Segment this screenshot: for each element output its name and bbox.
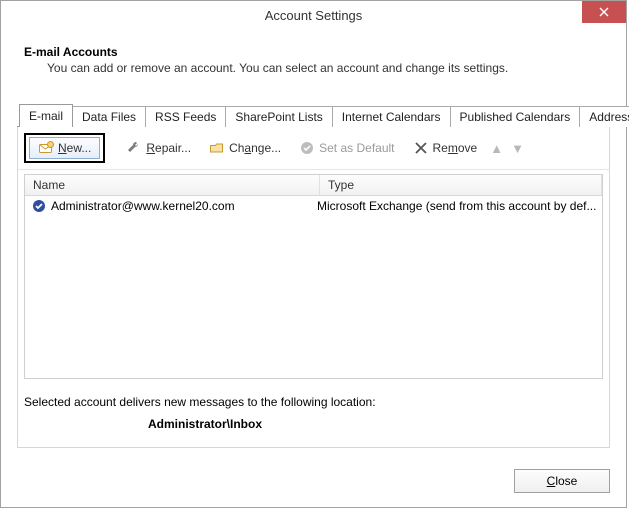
tab-rss-feeds[interactable]: RSS Feeds — [145, 106, 226, 127]
move-up-button[interactable]: ▲ — [488, 141, 505, 156]
tab-email[interactable]: E-mail — [19, 104, 73, 127]
close-icon — [599, 7, 609, 17]
toolbar: New... Repair... Change... — [18, 127, 609, 170]
new-button-highlight: New... — [24, 133, 105, 163]
default-account-icon — [31, 198, 47, 214]
move-down-button[interactable]: ▼ — [509, 141, 526, 156]
titlebar: Account Settings — [1, 1, 626, 29]
tab-data-files[interactable]: Data Files — [72, 106, 146, 127]
check-circle-icon — [299, 140, 315, 156]
dialog-footer: Close — [1, 469, 626, 507]
table-header: Name Type — [25, 175, 602, 196]
section-title: E-mail Accounts — [17, 39, 610, 61]
window-title: Account Settings — [265, 8, 363, 23]
remove-button[interactable]: Remove — [406, 137, 485, 159]
tab-panel-email: New... Repair... Change... — [17, 127, 610, 448]
tab-published-calendars[interactable]: Published Calendars — [450, 106, 581, 127]
tabs: E-mail Data Files RSS Feeds SharePoint L… — [17, 103, 610, 126]
new-button[interactable]: New... — [29, 137, 100, 159]
delivery-location-path: Administrator\Inbox — [18, 409, 609, 447]
column-name[interactable]: Name — [25, 175, 320, 195]
table-row[interactable]: Administrator@www.kernel20.com Microsoft… — [25, 196, 602, 216]
remove-icon — [413, 140, 429, 156]
change-button[interactable]: Change... — [202, 137, 288, 159]
set-default-button[interactable]: Set as Default — [292, 137, 401, 159]
account-name: Administrator@www.kernel20.com — [51, 199, 235, 213]
account-type: Microsoft Exchange (send from this accou… — [309, 199, 602, 213]
accounts-table: Name Type Administrator@www.kernel20.com — [24, 174, 603, 379]
delivery-location-label: Selected account delivers new messages t… — [18, 379, 609, 409]
wrench-icon — [126, 140, 142, 156]
close-button[interactable]: Close — [514, 469, 610, 493]
column-type[interactable]: Type — [320, 175, 602, 195]
tab-internet-calendars[interactable]: Internet Calendars — [332, 106, 451, 127]
folder-change-icon — [209, 140, 225, 156]
tab-address-books[interactable]: Address Books — [579, 106, 629, 127]
mail-new-icon — [38, 140, 54, 156]
window-close-button[interactable] — [582, 1, 626, 23]
section-subtitle: You can add or remove an account. You ca… — [17, 61, 610, 75]
tab-sharepoint-lists[interactable]: SharePoint Lists — [225, 106, 332, 127]
account-settings-dialog: Account Settings E-mail Accounts You can… — [0, 0, 627, 508]
repair-button[interactable]: Repair... — [119, 137, 198, 159]
